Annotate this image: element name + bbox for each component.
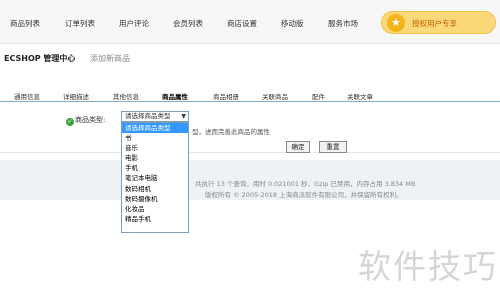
product-type-hint: 型，进而完善此商品的属性	[192, 128, 270, 136]
ok-button[interactable]: 确定	[286, 141, 310, 153]
option-mobile-phone[interactable]: 手机	[122, 163, 188, 173]
product-type-label: ✓ 商品类型:	[66, 115, 105, 126]
footer-copyright: 版权所有 © 2005-2018 上海商派软件有限公司，并保留所有权利。	[205, 191, 403, 199]
title-bar: ECSHOP 管理中心 添加新商品	[0, 44, 500, 74]
tab-bar: 通用信息 详细描述 其他信息 商品属性 商品相册 关联商品 配件 关联文章	[0, 88, 500, 102]
attributes-form: ✓ 商品类型: 型，进而完善此商品的属性 确定 重置	[0, 103, 500, 153]
top-navigation: 商品列表 订单列表 用户评论 会员列表 商店设置 移动版 服务市场 ★ 授权用户…	[0, 0, 500, 44]
tab-description[interactable]: 详细描述	[63, 91, 89, 101]
option-laptop[interactable]: 笔记本电脑	[122, 173, 188, 183]
page-title: 添加新商品	[90, 54, 130, 63]
option-premium-phone[interactable]: 精品手机	[122, 214, 188, 224]
nav-item-mobile[interactable]: 移动版	[281, 18, 304, 29]
option-choose-type[interactable]: 请选择商品类型	[122, 123, 188, 134]
tab-product-attributes[interactable]: 商品属性	[162, 91, 188, 101]
crown-icon: ★	[387, 14, 405, 32]
tab-other-info[interactable]: 其他信息	[113, 91, 139, 101]
product-type-select-value: 请选择商品类型	[125, 112, 171, 120]
product-type-dropdown: 请选择商品类型 书 音乐 电影 手机 笔记本电脑 数码相机 数码摄像机 化妆品 …	[121, 122, 189, 233]
nav-item-service-market[interactable]: 服务市场	[328, 18, 358, 29]
footer-stats: 共执行 13 个查询，用时 0.021001 秒，Gzip 已禁用，内存占用 3…	[195, 180, 416, 188]
product-type-select[interactable]: 请选择商品类型 ▼	[121, 111, 189, 122]
tab-general-info[interactable]: 通用信息	[14, 91, 40, 101]
option-camcorder[interactable]: 数码摄像机	[122, 194, 188, 204]
nav-item-shop-settings[interactable]: 商店设置	[227, 18, 257, 29]
option-movie[interactable]: 电影	[122, 153, 188, 163]
reset-button[interactable]: 重置	[319, 141, 347, 153]
authorized-user-button[interactable]: ★ 授权用户专享	[381, 11, 496, 34]
option-cosmetics[interactable]: 化妆品	[122, 204, 188, 214]
tab-related-articles[interactable]: 关联文章	[347, 91, 373, 101]
dropdown-arrow-icon: ▼	[181, 113, 186, 120]
site-title: ECSHOP 管理中心	[4, 54, 76, 63]
watermark: 软件技巧	[358, 247, 498, 286]
tab-product-gallery[interactable]: 商品相册	[213, 91, 239, 101]
authorized-user-label: 授权用户专享	[412, 19, 457, 28]
nav-item-user-reviews[interactable]: 用户评论	[119, 18, 149, 29]
product-type-label-text: 商品类型:	[75, 116, 106, 124]
tab-related-products[interactable]: 关联商品	[262, 91, 288, 101]
check-circle-icon: ✓	[66, 118, 74, 126]
nav-item-order-list[interactable]: 订单列表	[65, 18, 95, 29]
nav-item-member-list[interactable]: 会员列表	[173, 18, 203, 29]
option-music[interactable]: 音乐	[122, 143, 188, 153]
option-book[interactable]: 书	[122, 133, 188, 143]
tab-accessories[interactable]: 配件	[312, 91, 325, 101]
nav-item-product-list[interactable]: 商品列表	[10, 18, 40, 29]
option-digital-camera[interactable]: 数码相机	[122, 184, 188, 194]
footer: 共执行 13 个查询，用时 0.021001 秒，Gzip 已禁用，内存占用 3…	[0, 160, 500, 200]
